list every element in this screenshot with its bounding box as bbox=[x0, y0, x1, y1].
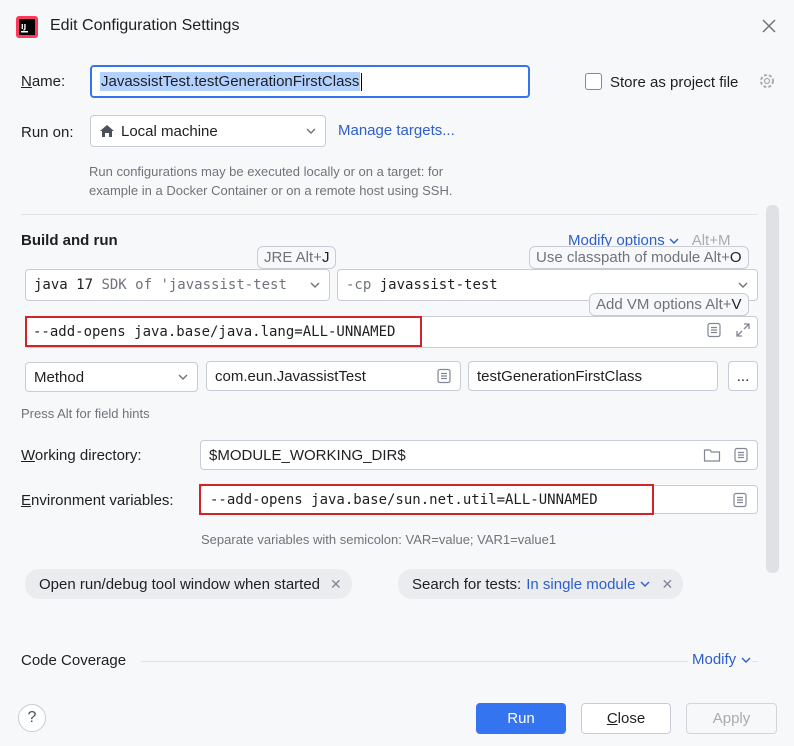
close-button[interactable]: Close bbox=[581, 703, 671, 734]
classpath-tooltip: Use classpath of module Alt+O bbox=[529, 246, 749, 269]
gear-icon[interactable] bbox=[758, 72, 776, 90]
jre-dropdown[interactable]: java 17 SDK of 'javassist-test bbox=[25, 269, 330, 301]
separator bbox=[21, 214, 758, 215]
chevron-down-icon bbox=[306, 128, 316, 134]
test-kind-dropdown[interactable]: Method bbox=[25, 362, 198, 392]
edit-env-icon[interactable] bbox=[732, 492, 748, 508]
vm-options-value[interactable]: --add-opens java.base/java.lang=ALL-UNNA… bbox=[25, 316, 422, 347]
class-value: com.eun.JavassistTest bbox=[215, 367, 366, 385]
code-coverage-title: Code Coverage bbox=[21, 652, 127, 669]
jre-tooltip-text: JRE Alt+ bbox=[264, 249, 322, 266]
name-input-value: JavassistTest.testGenerationFirstClass bbox=[100, 72, 361, 91]
manage-targets-link[interactable]: Manage targets... bbox=[338, 122, 455, 139]
scrollbar[interactable] bbox=[766, 205, 779, 573]
remove-chip-icon[interactable]: ✕ bbox=[661, 576, 673, 593]
class-field[interactable]: com.eun.JavassistTest bbox=[206, 361, 461, 391]
env-label: Environment variables: bbox=[21, 492, 174, 509]
open-tool-window-label: Open run/debug tool window when started bbox=[39, 575, 321, 593]
svg-text:IJ: IJ bbox=[21, 23, 26, 31]
expand-icon[interactable] bbox=[735, 322, 751, 338]
run-on-value: Local machine bbox=[121, 122, 218, 140]
name-label: Name: bbox=[21, 73, 66, 90]
run-on-hint-line2: example in a Docker Container or on a re… bbox=[89, 183, 453, 198]
jre-value: java 17 bbox=[34, 277, 94, 293]
help-button[interactable]: ? bbox=[18, 704, 46, 732]
jre-sdk: SDK of 'javassist-test bbox=[101, 277, 287, 293]
run-on-label: Run on: bbox=[21, 124, 74, 141]
build-and-run-title: Build and run bbox=[21, 232, 118, 249]
working-dir-label: Working directory: bbox=[21, 447, 142, 464]
coverage-modify-link[interactable]: Modify bbox=[688, 651, 753, 668]
run-button[interactable]: Run bbox=[476, 703, 566, 734]
env-hint: Separate variables with semicolon: VAR=v… bbox=[201, 532, 557, 547]
chevron-down-icon bbox=[178, 374, 188, 380]
method-field[interactable]: testGenerationFirstClass bbox=[468, 361, 718, 391]
apply-button[interactable]: Apply bbox=[686, 703, 777, 734]
coverage-separator bbox=[141, 661, 758, 662]
expand-text-icon[interactable] bbox=[706, 322, 722, 338]
env-value[interactable]: --add-opens java.base/sun.net.util=ALL-U… bbox=[199, 484, 654, 515]
insert-macro-icon[interactable] bbox=[733, 447, 749, 463]
field-hint: Press Alt for field hints bbox=[21, 406, 150, 421]
search-for-tests-label: Search for tests: bbox=[412, 575, 522, 593]
cp-prefix: -cp bbox=[346, 277, 372, 293]
working-dir-value: $MODULE_WORKING_DIR$ bbox=[209, 446, 406, 464]
method-value: testGenerationFirstClass bbox=[477, 367, 643, 385]
remove-chip-icon[interactable]: ✕ bbox=[330, 576, 342, 593]
window-title: Edit Configuration Settings bbox=[50, 17, 240, 34]
vm-options-tooltip-key: V bbox=[731, 296, 742, 313]
classpath-tooltip-key: O bbox=[729, 249, 742, 266]
chevron-down-icon bbox=[669, 238, 679, 244]
vm-options-tooltip: Add VM options Alt+V bbox=[589, 293, 749, 316]
store-as-project-label[interactable]: Store as project file bbox=[610, 74, 738, 91]
method-more-button[interactable]: ... bbox=[728, 361, 758, 391]
run-on-hint-line1: Run configurations may be executed local… bbox=[89, 164, 444, 179]
chevron-down-icon bbox=[741, 657, 751, 663]
name-input[interactable]: JavassistTest.testGenerationFirstClass bbox=[90, 65, 530, 98]
cp-value: javassist-test bbox=[379, 277, 498, 293]
vm-options-tooltip-text: Add VM options Alt+ bbox=[596, 296, 732, 313]
browse-icon[interactable] bbox=[436, 368, 452, 384]
test-kind-value: Method bbox=[34, 368, 85, 386]
search-for-tests-value[interactable]: In single module bbox=[526, 576, 635, 593]
chevron-down-icon bbox=[738, 282, 748, 288]
open-tool-window-chip[interactable]: Open run/debug tool window when started … bbox=[25, 569, 352, 599]
jre-tooltip: JRE Alt+J bbox=[257, 246, 337, 269]
classpath-tooltip-text: Use classpath of module Alt+ bbox=[536, 249, 730, 266]
search-for-tests-chip[interactable]: Search for tests: In single module ✕ bbox=[398, 569, 684, 599]
home-icon bbox=[100, 125, 114, 137]
close-icon[interactable] bbox=[758, 15, 780, 37]
folder-icon[interactable] bbox=[703, 447, 721, 463]
chevron-down-icon bbox=[640, 581, 650, 587]
chevron-down-icon bbox=[310, 282, 320, 288]
run-on-dropdown[interactable]: Local machine bbox=[90, 115, 326, 147]
working-dir-field[interactable]: $MODULE_WORKING_DIR$ bbox=[200, 440, 758, 470]
store-as-project-checkbox[interactable] bbox=[585, 73, 602, 90]
jre-tooltip-key: J bbox=[321, 249, 330, 266]
coverage-modify-label: Modify bbox=[692, 651, 737, 668]
intellij-app-icon: IJ bbox=[16, 16, 38, 38]
